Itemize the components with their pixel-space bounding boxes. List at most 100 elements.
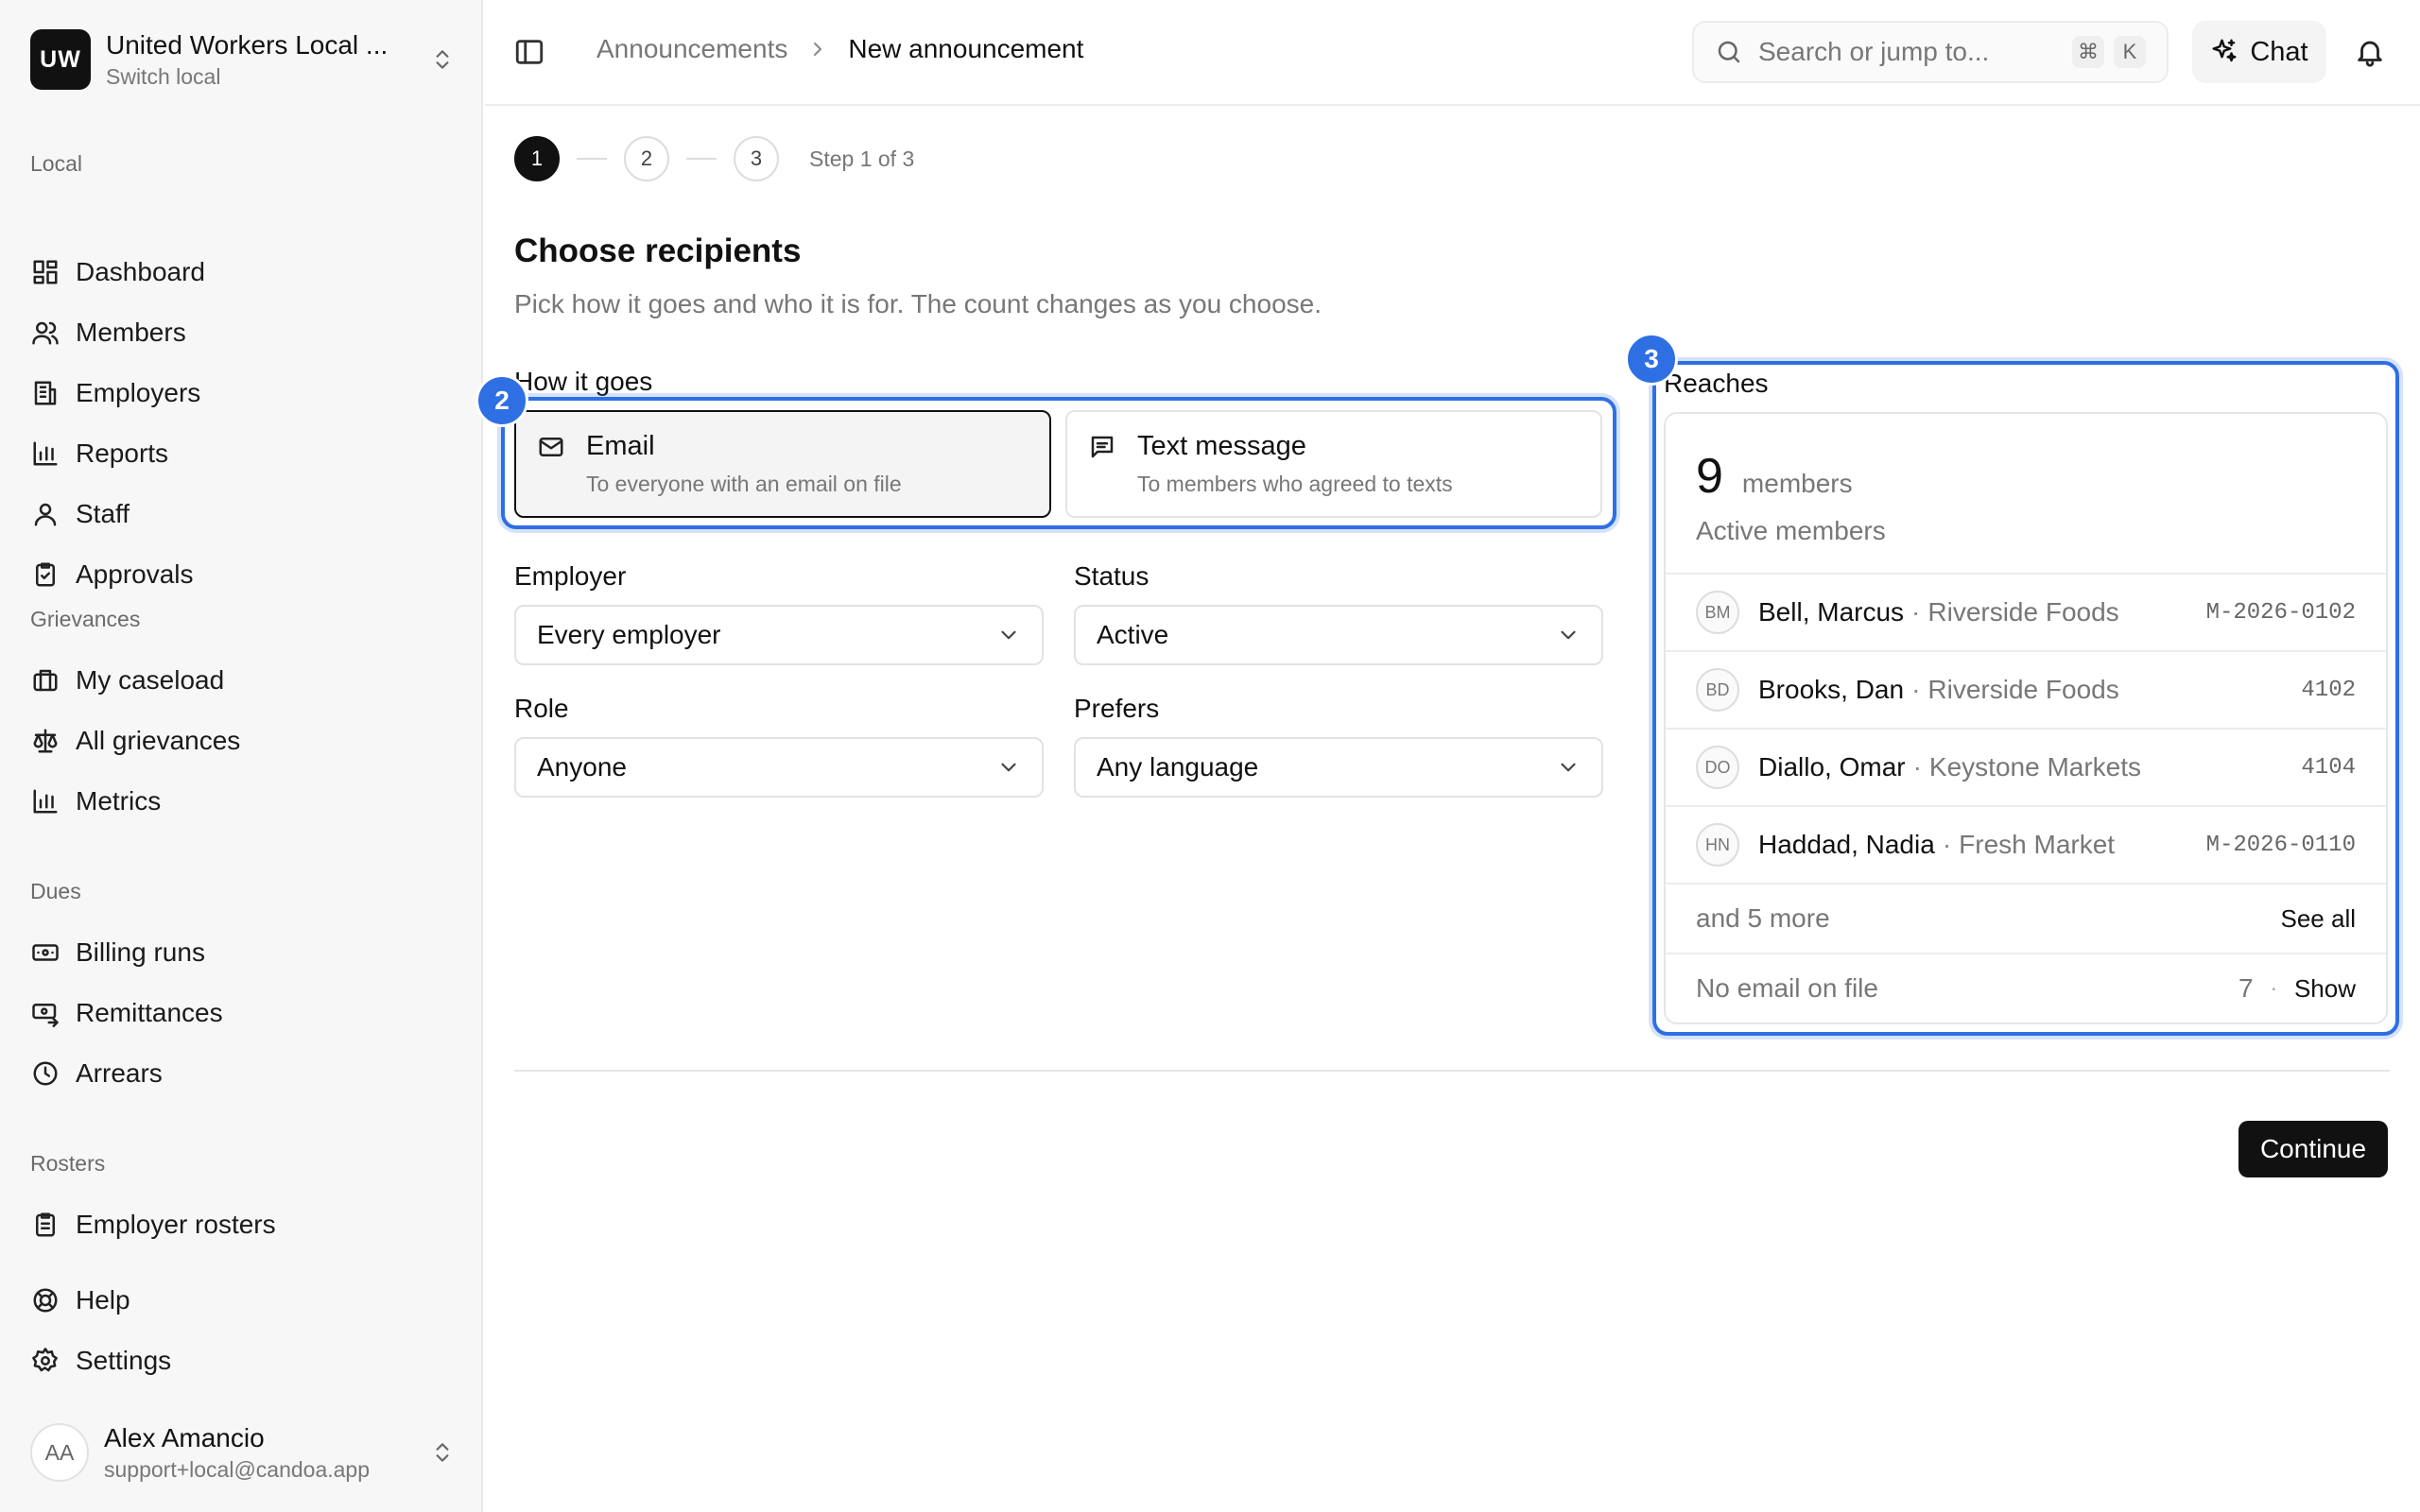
- clipboard-check-icon: [30, 559, 60, 590]
- search-input[interactable]: Search or jump to... ⌘ K: [1692, 21, 2169, 83]
- avatar: HN: [1696, 823, 1739, 867]
- channel-email-option[interactable]: Email To everyone with an email on file: [514, 410, 1051, 518]
- sidebar-item-members[interactable]: Members: [30, 308, 456, 357]
- sidebar-item-employers[interactable]: Employers: [30, 369, 456, 418]
- page-title: Choose recipients: [514, 232, 802, 269]
- list-item[interactable]: BD Brooks, Dan · Riverside Foods 4102: [1666, 650, 2386, 728]
- sidebar-item-label: Dashboard: [76, 257, 205, 286]
- sidebar-item-label: Staff: [76, 499, 130, 528]
- user-menu[interactable]: AA Alex Amancio support+local@candoa.app: [30, 1421, 456, 1484]
- sidebar-item-approvals[interactable]: Approvals: [30, 550, 456, 599]
- channel-description: To members who agreed to texts: [1137, 472, 1453, 496]
- bar-chart-icon: [30, 786, 60, 816]
- building-icon: [30, 378, 60, 408]
- divider: [514, 1070, 2390, 1072]
- chevron-up-down-icon: [429, 43, 456, 77]
- annotation-badge-3: 3: [1625, 333, 1678, 386]
- dashboard-icon: [30, 257, 60, 287]
- member-name: Brooks, Dan: [1758, 675, 1905, 704]
- section-local: Local: [30, 151, 82, 176]
- local-switcher[interactable]: UW United Workers Local ... Switch local: [30, 28, 456, 91]
- channel-description: To everyone with an email on file: [586, 472, 902, 496]
- separator: ·: [1911, 675, 1921, 704]
- banknote-icon: [30, 937, 60, 968]
- sidebar-item-dashboard[interactable]: Dashboard: [30, 248, 456, 297]
- page-subtitle: Pick how it goes and who it is for. The …: [514, 289, 1322, 318]
- more-count-text: and 5 more: [1696, 903, 1830, 933]
- sidebar-item-billing-runs[interactable]: Billing runs: [30, 928, 456, 977]
- sidebar-item-label: All grievances: [76, 726, 241, 755]
- org-switch-label: Switch local: [106, 63, 221, 89]
- role-select[interactable]: Anyone: [514, 737, 1044, 798]
- separator: ·: [1911, 597, 1921, 627]
- sidebar-item-label: Employers: [76, 378, 201, 407]
- breadcrumb: Announcements New announcement: [596, 34, 1083, 64]
- status-label: Status: [1074, 561, 1150, 591]
- sidebar-item-arrears[interactable]: Arrears: [30, 1049, 456, 1098]
- chat-label: Chat: [2250, 36, 2308, 67]
- bar-chart-icon: [30, 438, 60, 469]
- org-logo: UW: [30, 29, 91, 90]
- reaches-label: Reaches: [1664, 369, 1769, 398]
- member-employer: Fresh Market: [1959, 830, 2116, 859]
- member-id: M-2026-0110: [2205, 832, 2356, 858]
- sidebar-item-label: Employer rosters: [76, 1210, 276, 1239]
- chat-button[interactable]: Chat: [2192, 21, 2326, 83]
- step-connector: [686, 158, 717, 160]
- sidebar-item-staff[interactable]: Staff: [30, 490, 456, 539]
- list-item[interactable]: DO Diallo, Omar · Keystone Markets 4104: [1666, 728, 2386, 805]
- chevron-down-icon: [996, 755, 1021, 780]
- clock-icon: [30, 1058, 60, 1089]
- section-rosters: Rosters: [30, 1151, 106, 1176]
- chevron-up-down-icon: [429, 1435, 456, 1469]
- employer-select[interactable]: Every employer: [514, 605, 1044, 665]
- sidebar-item-remittances[interactable]: Remittances: [30, 988, 456, 1038]
- lifebuoy-icon: [30, 1285, 60, 1315]
- user-icon: [30, 499, 60, 529]
- sidebar-item-help[interactable]: Help: [30, 1276, 456, 1325]
- breadcrumb-current: New announcement: [848, 34, 1084, 63]
- prefers-label: Prefers: [1074, 694, 1160, 723]
- show-button[interactable]: Show: [2294, 974, 2356, 1004]
- scale-icon: [30, 726, 60, 756]
- step-3[interactable]: 3: [734, 136, 779, 181]
- channel-text-option[interactable]: Text message To members who agreed to te…: [1065, 410, 1602, 518]
- separator: ·: [1912, 752, 1922, 782]
- sidebar-item-employer-rosters[interactable]: Employer rosters: [30, 1200, 456, 1249]
- list-item[interactable]: HN Haddad, Nadia · Fresh Market M-2026-0…: [1666, 805, 2386, 883]
- no-email-row: No email on file 7 · Show: [1666, 953, 2386, 1022]
- member-name: Diallo, Omar: [1758, 752, 1906, 782]
- cash-transfer-icon: [30, 998, 60, 1028]
- annotation-badge-2: 2: [475, 374, 528, 427]
- sidebar-item-all-grievances[interactable]: All grievances: [30, 716, 456, 765]
- sidebar-toggle-icon[interactable]: [513, 36, 547, 70]
- member-name: Bell, Marcus: [1758, 597, 1905, 627]
- step-2[interactable]: 2: [624, 136, 669, 181]
- step-1[interactable]: 1: [514, 136, 560, 181]
- sidebar-item-label: Metrics: [76, 786, 162, 816]
- sidebar-item-reports[interactable]: Reports: [30, 429, 456, 478]
- prefers-select[interactable]: Any language: [1074, 737, 1603, 798]
- chevron-right-icon: [806, 38, 829, 60]
- sidebar-item-metrics[interactable]: Metrics: [30, 777, 456, 826]
- stepper: 1 2 3 Step 1 of 3: [514, 136, 914, 181]
- separator: ·: [2270, 976, 2277, 1000]
- see-all-button[interactable]: See all: [2281, 904, 2357, 934]
- member-id: 4104: [2301, 754, 2356, 781]
- sidebar-item-my-caseload[interactable]: My caseload: [30, 656, 456, 705]
- continue-button[interactable]: Continue: [2238, 1121, 2388, 1177]
- bell-icon[interactable]: [2354, 36, 2386, 68]
- sidebar-item-settings[interactable]: Settings: [30, 1336, 456, 1385]
- breadcrumb-announcements[interactable]: Announcements: [596, 34, 787, 64]
- member-employer: Riverside Foods: [1927, 675, 2119, 704]
- section-grievances: Grievances: [30, 607, 141, 631]
- status-select[interactable]: Active: [1074, 605, 1603, 665]
- user-name: Alex Amancio: [104, 1422, 265, 1452]
- sidebar-item-label: Billing runs: [76, 937, 205, 967]
- list-item[interactable]: BM Bell, Marcus · Riverside Foods M-2026…: [1666, 573, 2386, 650]
- sidebar-item-label: My caseload: [76, 665, 225, 695]
- users-icon: [30, 318, 60, 348]
- member-id: 4102: [2301, 677, 2356, 703]
- org-name: United Workers Local ...: [106, 29, 389, 60]
- sidebar-item-label: Approvals: [76, 559, 194, 589]
